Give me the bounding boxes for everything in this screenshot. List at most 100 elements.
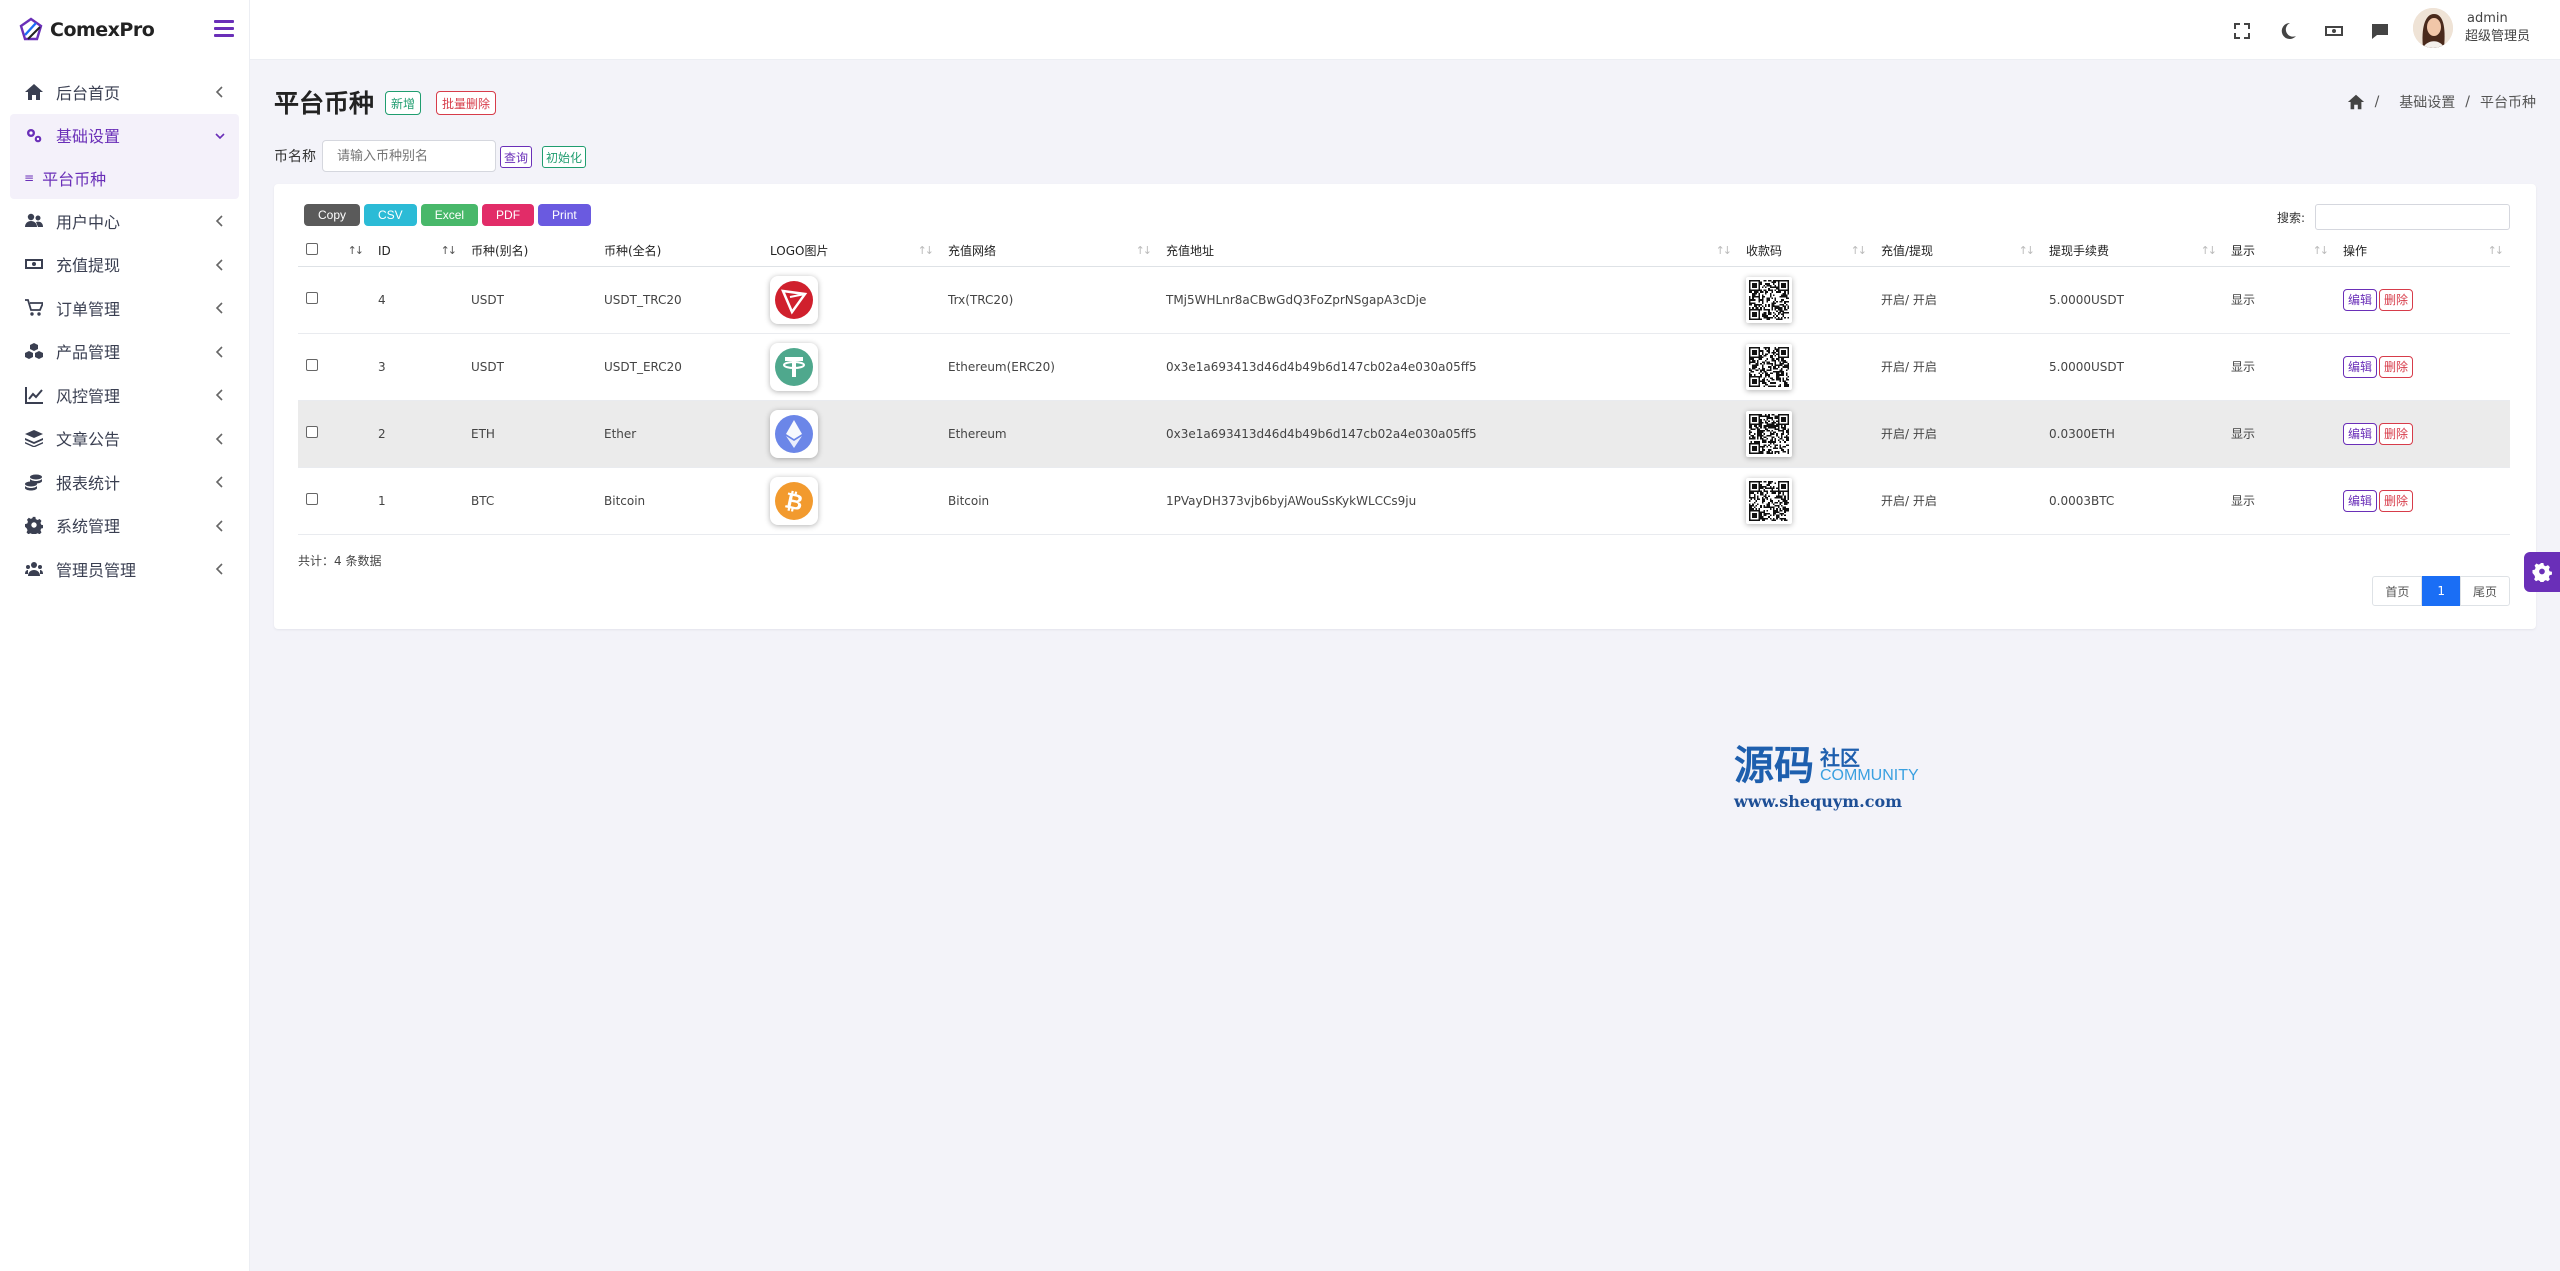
user-name: admin <box>2466 11 2508 26</box>
column-header[interactable]: LOGO图片 ↑↓ <box>762 236 940 267</box>
cell-id: 4 <box>370 266 463 334</box>
filter-label: 币名称 <box>274 149 316 165</box>
cell-address: TMj5WHLnr8aCBwGdQ3FoZprNSgapA3cDje <box>1158 266 1738 334</box>
column-header[interactable]: ID ↑↓ <box>370 236 463 267</box>
first-page-button[interactable]: 首页 <box>2372 576 2423 606</box>
breadcrumb-item-basic-settings[interactable]: 基础设置 <box>2399 92 2455 112</box>
row-checkbox[interactable] <box>306 493 318 505</box>
settings-gear-icon[interactable] <box>2524 552 2560 592</box>
cell-fee: 5.0000USDT <box>2041 333 2223 401</box>
brand-logo-icon <box>19 17 43 41</box>
export-copy-button[interactable]: Copy <box>304 204 361 226</box>
qr-code-icon[interactable] <box>1746 276 1792 323</box>
delete-button[interactable]: 删除 <box>2379 355 2414 378</box>
column-header[interactable]: 充值/提现 ↑↓ <box>1873 236 2041 267</box>
sidebar-item-7[interactable]: 文章公告 <box>10 417 239 461</box>
cart-icon <box>24 298 44 317</box>
column-header[interactable]: 充值网络 ↑↓ <box>940 236 1158 267</box>
home-icon[interactable] <box>2347 93 2365 111</box>
coin-name-search-input[interactable] <box>322 140 496 172</box>
page-title: 平台币种 <box>274 89 375 118</box>
sidebar-item-1[interactable]: 基础设置 <box>10 113 239 157</box>
sidebar-item-5[interactable]: 产品管理 <box>10 330 239 374</box>
cell-status: 开启/ 开启 <box>1873 266 2041 334</box>
export-pdf-button[interactable]: PDF <box>482 204 535 226</box>
sidebar-item-9[interactable]: 系统管理 <box>10 504 239 548</box>
cell-network: Bitcoin <box>940 467 1158 535</box>
delete-button[interactable]: 删除 <box>2379 422 2414 445</box>
column-header[interactable]: 显示 ↑↓ <box>2223 236 2335 267</box>
batch-delete-button[interactable]: 批量删除 <box>436 91 497 115</box>
table-search-input[interactable] <box>2315 204 2510 230</box>
sidebar-subitem-platform-coins[interactable]: ≡ 平台币种 <box>10 157 239 199</box>
menu-toggle-icon[interactable] <box>214 20 234 38</box>
cell-network: Trx(TRC20) <box>940 266 1158 334</box>
edit-button[interactable]: 编辑 <box>2343 355 2378 378</box>
total-count: 共计：4 条数据 <box>298 554 382 568</box>
column-header[interactable]: 币种(别名) <box>463 236 596 267</box>
sidebar-item-3[interactable]: 充值提现 <box>10 243 239 287</box>
query-button[interactable]: 查询 <box>500 146 533 168</box>
chevron-left-icon <box>215 474 225 488</box>
cell-address: 1PVayDH373vjb6byjAWouSsKykWLCCs9ju <box>1158 467 1738 535</box>
breadcrumb-item-current: 平台币种 <box>2480 95 2536 111</box>
row-checkbox[interactable] <box>306 359 318 371</box>
money-bill-icon[interactable] <box>2324 21 2344 41</box>
cell-show: 显示 <box>2223 266 2335 334</box>
export-buttons: Copy CSV Excel PDF Print <box>304 204 591 226</box>
row-checkbox[interactable] <box>306 292 318 304</box>
sort-icon: ↑↓ <box>440 244 458 257</box>
select-all-checkbox[interactable] <box>306 243 318 256</box>
tether-icon <box>770 342 818 391</box>
export-csv-button[interactable]: CSV <box>364 204 417 226</box>
cell-show: 显示 <box>2223 467 2335 535</box>
chevron-left-icon <box>215 257 225 271</box>
cell-fullname: USDT_ERC20 <box>596 333 762 401</box>
qr-code-icon[interactable] <box>1746 477 1792 524</box>
sort-column[interactable]: ↑↓ <box>346 236 370 267</box>
table-row: 4 USDT USDT_TRC20 Trx(TRC20) TMj5WHLnr8aCBwG… <box>298 266 2510 334</box>
coin-table-card: Copy CSV Excel PDF Print 搜索: ↑↓ ID ↑↓ 币种(别名) 币种(… <box>274 184 2536 629</box>
watermark-en-text: COMMUNITY <box>1820 767 1919 784</box>
edit-button[interactable]: 编辑 <box>2343 489 2378 512</box>
sidebar-item-2[interactable]: 用户中心 <box>10 199 239 243</box>
fullscreen-icon[interactable] <box>2232 21 2252 41</box>
cell-fee: 0.0003BTC <box>2041 467 2223 535</box>
export-excel-button[interactable]: Excel <box>420 204 479 226</box>
table-header-row: ↑↓ ID ↑↓ 币种(别名) 币种(全名) LOGO图片 ↑↓ 充值网络 ↑↓ 充值地址 ↑↓ 收款… <box>298 236 2510 267</box>
brand[interactable]: ComexPro <box>0 0 249 60</box>
topbar: admin 超级管理员 <box>250 0 2560 60</box>
qr-code-icon[interactable] <box>1746 410 1792 457</box>
delete-button[interactable]: 删除 <box>2379 288 2414 311</box>
cell-fullname: USDT_TRC20 <box>596 266 762 334</box>
column-header[interactable]: 提现手续费 ↑↓ <box>2041 236 2223 267</box>
sort-icon: ↑↓ <box>2200 244 2218 257</box>
message-icon[interactable] <box>2370 21 2390 41</box>
edit-button[interactable]: 编辑 <box>2343 422 2378 445</box>
sidebar-item-0[interactable]: 后台首页 <box>10 70 239 114</box>
cell-alias: USDT <box>463 333 596 401</box>
topbar-icons <box>2232 21 2390 41</box>
add-button[interactable]: 新增 <box>385 91 422 115</box>
delete-button[interactable]: 删除 <box>2379 489 2414 512</box>
sidebar-item-6[interactable]: 风控管理 <box>10 373 239 417</box>
column-header[interactable]: 充值地址 ↑↓ <box>1158 236 1738 267</box>
column-header[interactable]: 币种(全名) <box>596 236 762 267</box>
last-page-button[interactable]: 尾页 <box>2459 576 2510 606</box>
qr-code-icon[interactable] <box>1746 343 1792 390</box>
edit-button[interactable]: 编辑 <box>2343 288 2378 311</box>
chevron-left-icon <box>215 431 225 445</box>
column-header[interactable]: 收款码 ↑↓ <box>1738 236 1873 267</box>
user-menu[interactable]: admin 超级管理员 <box>2412 8 2530 48</box>
init-button[interactable]: 初始化 <box>542 146 587 168</box>
column-header[interactable]: 操作 ↑↓ <box>2335 236 2510 267</box>
row-checkbox[interactable] <box>306 426 318 438</box>
export-print-button[interactable]: Print <box>538 204 591 226</box>
current-page-button[interactable]: 1 <box>2422 576 2460 606</box>
sidebar-item-8[interactable]: 报表统计 <box>10 460 239 504</box>
user-role: 超级管理员 <box>2464 29 2530 44</box>
sidebar-item-4[interactable]: 订单管理 <box>10 286 239 330</box>
sidebar-item-10[interactable]: 管理员管理 <box>10 547 239 591</box>
dark-mode-icon[interactable] <box>2278 21 2298 41</box>
chart-line-icon <box>24 386 44 404</box>
